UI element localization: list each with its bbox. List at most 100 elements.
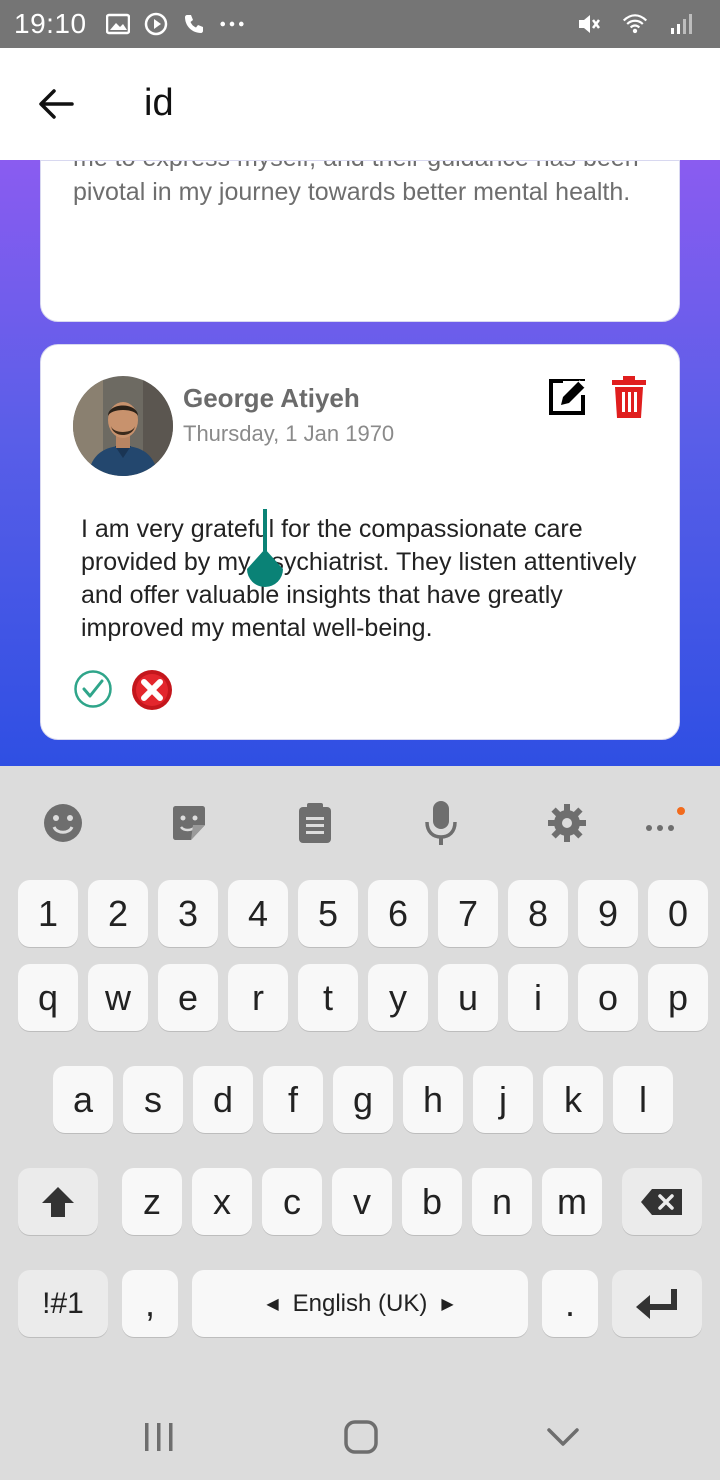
key-d[interactable]: d <box>193 1066 253 1133</box>
symbols-key[interactable]: !#1 <box>18 1270 108 1337</box>
key-6-label: 6 <box>387 892 409 934</box>
clipboard-icon[interactable] <box>290 798 340 848</box>
key-6[interactable]: 6 <box>368 880 428 947</box>
key-q[interactable]: q <box>18 964 78 1031</box>
status-time: 19:10 <box>14 8 87 39</box>
key-z[interactable]: z <box>122 1168 182 1235</box>
key-s-label: s <box>144 1078 162 1120</box>
key-m[interactable]: m <box>542 1168 602 1235</box>
key-p[interactable]: p <box>648 964 708 1031</box>
key-0-label: 0 <box>667 892 689 934</box>
key-t[interactable]: t <box>298 964 358 1031</box>
key-p-label: p <box>667 976 689 1018</box>
review-card-previous: me to express myself, and their guidance… <box>40 160 680 322</box>
review-text-input[interactable]: I am very grateful for the compassionate… <box>81 513 651 645</box>
key-t-label: t <box>322 976 333 1018</box>
key-i-label: i <box>534 976 542 1018</box>
mute-icon <box>576 11 602 37</box>
review-author: George Atiyeh <box>183 383 360 413</box>
signal-icon <box>668 11 694 37</box>
key-y[interactable]: y <box>368 964 428 1031</box>
key-e[interactable]: e <box>158 964 218 1031</box>
key-3[interactable]: 3 <box>158 880 218 947</box>
trash-icon <box>612 376 646 418</box>
chevron-left-icon: ◀ <box>266 1295 279 1313</box>
key-j-label: j <box>499 1078 507 1120</box>
key-1[interactable]: 1 <box>18 880 78 947</box>
gear-icon[interactable] <box>542 798 592 848</box>
edit-button[interactable] <box>549 377 589 417</box>
key-4[interactable]: 4 <box>228 880 288 947</box>
key-x[interactable]: x <box>192 1168 252 1235</box>
more-icon[interactable] <box>640 798 690 848</box>
recent-apps-icon <box>145 1423 173 1451</box>
approve-button[interactable] <box>73 669 113 709</box>
key-i[interactable]: i <box>508 964 568 1031</box>
play-icon <box>143 11 169 37</box>
status-bar: 19:10 <box>0 0 720 48</box>
keyboard: 1 2 3 4 5 6 7 8 9 0 q w e r t y u i o p a s d f g h j k l z x c v b n m !#1,… <box>0 766 720 1390</box>
hide-keyboard-button[interactable] <box>538 1412 588 1462</box>
space-key[interactable]: ◀ English (UK) ▶ <box>192 1270 528 1337</box>
wifi-icon <box>622 11 648 37</box>
reject-button[interactable] <box>131 669 173 711</box>
key-f-label: f <box>287 1078 298 1120</box>
emoji-icon[interactable] <box>38 798 88 848</box>
key-g-label: g <box>352 1078 374 1120</box>
key-h[interactable]: h <box>403 1066 463 1133</box>
gallery-icon <box>105 11 131 37</box>
key-2-label: 2 <box>107 892 129 934</box>
review-date: Thursday, 1 Jan 1970 <box>183 421 395 446</box>
key-1-label: 1 <box>37 892 59 934</box>
key-a[interactable]: a <box>53 1066 113 1133</box>
key-w[interactable]: w <box>88 964 148 1031</box>
key-2[interactable]: 2 <box>88 880 148 947</box>
phone-icon <box>181 11 207 37</box>
key-c[interactable]: c <box>262 1168 322 1235</box>
enter-key[interactable] <box>612 1270 702 1337</box>
backspace-key[interactable] <box>622 1168 702 1235</box>
key-f[interactable]: f <box>263 1066 323 1133</box>
key-9[interactable]: 9 <box>578 880 638 947</box>
edit-icon <box>549 379 589 415</box>
cursor-handle[interactable] <box>245 549 285 593</box>
key-n[interactable]: n <box>472 1168 532 1235</box>
key-x-label: x <box>213 1180 231 1222</box>
key-n-label: n <box>491 1180 513 1222</box>
reviews-list[interactable]: me to express myself, and their guidance… <box>0 160 720 766</box>
recent-apps-button[interactable] <box>134 1412 184 1462</box>
key-5[interactable]: 5 <box>298 880 358 947</box>
key-r[interactable]: r <box>228 964 288 1031</box>
key-v[interactable]: v <box>332 1168 392 1235</box>
sticker-icon[interactable] <box>164 798 214 848</box>
delete-button[interactable] <box>611 375 647 419</box>
shift-key[interactable] <box>18 1168 98 1235</box>
enter-icon <box>636 1288 677 1319</box>
key-a-label: a <box>72 1078 94 1120</box>
comma-key[interactable]: , <box>122 1270 178 1337</box>
key-r-label: r <box>252 976 264 1018</box>
period-key[interactable]: . <box>542 1270 598 1337</box>
key-j[interactable]: j <box>473 1066 533 1133</box>
key-5-label: 5 <box>317 892 339 934</box>
home-button[interactable] <box>336 1412 386 1462</box>
key-8[interactable]: 8 <box>508 880 568 947</box>
key-s[interactable]: s <box>123 1066 183 1133</box>
key-l[interactable]: l <box>613 1066 673 1133</box>
review-text-previous: me to express myself, and their guidance… <box>73 161 639 206</box>
key-o[interactable]: o <box>578 964 638 1031</box>
mic-icon[interactable] <box>416 798 466 848</box>
key-b[interactable]: b <box>402 1168 462 1235</box>
key-7-label: 7 <box>457 892 479 934</box>
more-dots-icon <box>219 11 245 37</box>
key-u[interactable]: u <box>438 964 498 1031</box>
key-0[interactable]: 0 <box>648 880 708 947</box>
key-g[interactable]: g <box>333 1066 393 1133</box>
key-8-label: 8 <box>527 892 549 934</box>
key-c-label: c <box>283 1180 301 1222</box>
back-button[interactable] <box>34 82 78 126</box>
key-l-label: l <box>639 1078 647 1120</box>
key-k[interactable]: k <box>543 1066 603 1133</box>
key-7[interactable]: 7 <box>438 880 498 947</box>
key-w-label: w <box>105 976 131 1018</box>
